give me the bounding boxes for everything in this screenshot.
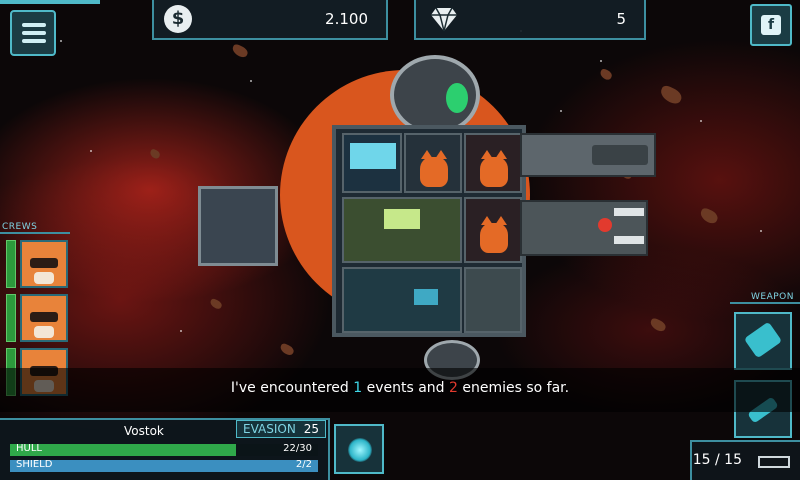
ship-rooms [332, 125, 526, 337]
hull-bar-fill [10, 444, 236, 456]
message-text: events and [362, 380, 449, 396]
credits-panel: $ 2.100 [152, 0, 388, 40]
message-text: I've encountered [230, 380, 354, 396]
crew-cat-sprite [480, 150, 508, 187]
dollar-coin-icon: $ [164, 5, 192, 33]
facebook-share-icon: f [761, 15, 781, 35]
hull-label: HULL [16, 443, 42, 454]
shield-label: SHIELD [16, 459, 53, 470]
room-crew-quarters[interactable] [404, 133, 462, 193]
room-computer[interactable] [342, 133, 402, 193]
status-message: I've encountered 1 events and 2 enemies … [0, 380, 800, 396]
monitor-screen [350, 143, 396, 169]
enemies-count: 2 [449, 380, 458, 396]
shield-console [414, 289, 438, 305]
gems-value: 5 [616, 10, 626, 28]
gems-panel: 5 [414, 0, 646, 40]
hull-bar: HULL 22/30 [10, 443, 318, 456]
engine-module [198, 186, 278, 266]
ship-name: Vostok [124, 424, 164, 438]
weapon-divider [730, 302, 800, 304]
diamond-icon [431, 7, 457, 32]
events-count: 1 [353, 380, 363, 396]
crews-label: CREWS [2, 222, 38, 232]
ship-cannon-top [520, 133, 656, 177]
evasion-value: 25 [303, 422, 319, 436]
menu-list-icon-line [22, 31, 46, 35]
ship-cannon-bottom [520, 200, 648, 256]
crew-member-1[interactable] [6, 240, 68, 288]
top-left-accent-line [0, 0, 100, 4]
evasion-stat: EVASION 25 [236, 420, 326, 438]
shield-bar: SHIELD 2/2 [10, 459, 318, 472]
evasion-label: EVASION [243, 422, 296, 436]
menu-button[interactable] [10, 10, 56, 56]
menu-list-icon [22, 23, 46, 27]
crew-member-2[interactable] [6, 294, 68, 342]
weapon-slot-1[interactable] [734, 312, 792, 370]
shield-bar-fill [10, 460, 318, 472]
credits-value: 2.100 [325, 10, 368, 28]
ship-cockpit-dome [390, 55, 480, 135]
crew-portrait [20, 240, 68, 288]
laser-cannon-icon [743, 321, 783, 359]
battery-icon [758, 456, 790, 468]
crew-cat-sprite [480, 216, 508, 253]
room-weapons-bottom[interactable] [464, 197, 522, 263]
ammo-count: 15 / 15 [692, 452, 742, 468]
shield-orb-icon [348, 438, 372, 462]
facebook-share-button[interactable]: f [750, 4, 792, 46]
room-engineering[interactable] [342, 197, 462, 263]
hull-value: 22/30 [283, 443, 312, 454]
weapon-label: WEAPON [751, 292, 794, 302]
crew-cat-sprite [420, 150, 448, 187]
shield-skill-button[interactable] [334, 424, 384, 474]
shield-value: 2/2 [295, 459, 312, 470]
crews-divider [0, 232, 70, 234]
crew-health-bar [6, 240, 16, 288]
room-shields[interactable] [342, 267, 462, 333]
room-weapons-top[interactable] [464, 133, 522, 193]
crew-portrait [20, 294, 68, 342]
room-storage[interactable] [464, 267, 522, 333]
menu-list-icon-line [22, 39, 46, 43]
crew-health-bar [6, 294, 16, 342]
message-text: enemies so far. [457, 380, 570, 396]
engineering-panel [384, 209, 420, 229]
